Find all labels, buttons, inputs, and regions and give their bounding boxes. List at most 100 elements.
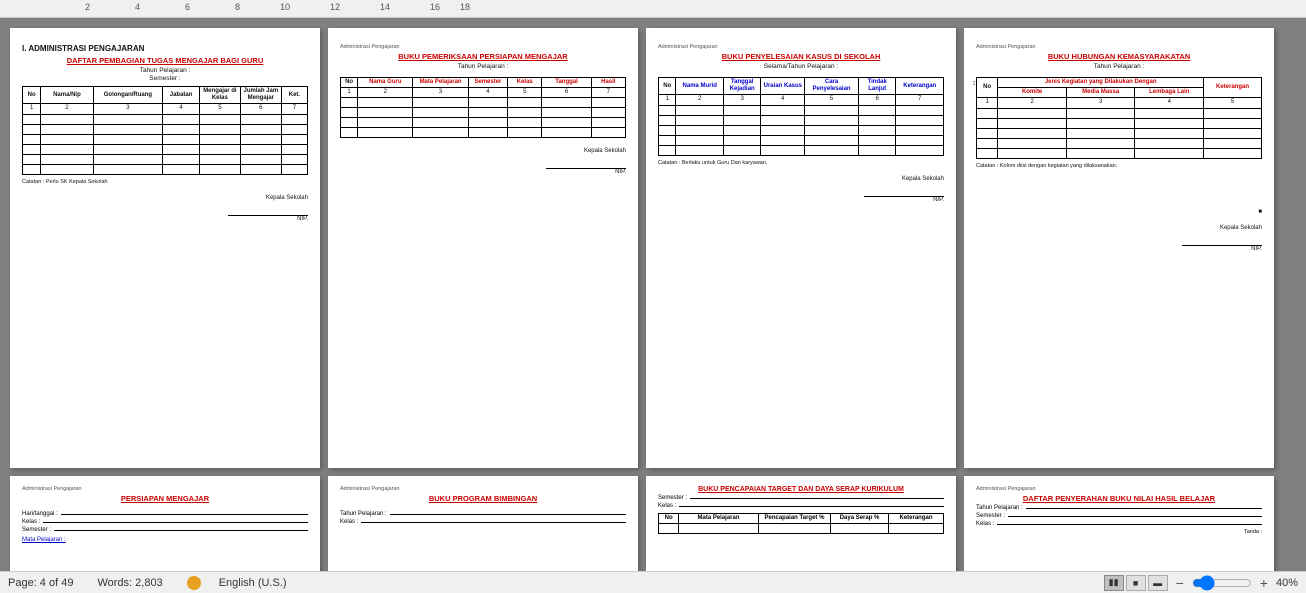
page1-sub2: Semester : xyxy=(22,75,308,82)
page3-title: BUKU PENYELESAIAN KASUS DI SEKOLAH xyxy=(658,52,944,61)
page4-dot: ■ xyxy=(976,209,1262,215)
ruler-tick-10: 10 xyxy=(240,2,290,12)
bp3-th-no: No xyxy=(659,514,679,524)
page1-nip: NIP. xyxy=(22,216,308,222)
td-1: 1 xyxy=(23,104,41,114)
view-btn-draft[interactable]: ▬ xyxy=(1148,575,1168,591)
ruler-tick-12: 12 xyxy=(290,2,340,12)
zoom-level: 40% xyxy=(1276,577,1298,589)
th-jumlah: Jumlah Jam Mengajar xyxy=(240,87,281,104)
th-jabatan: Jabatan xyxy=(163,87,200,104)
bp1-link: Mata Pelajaran : xyxy=(22,537,308,543)
p4-th-jenis: Jenis Kegiatan yang Dilakukan Dengan xyxy=(998,78,1204,88)
view-btn-print[interactable]: ▮▮ xyxy=(1104,575,1124,591)
td-6: 6 xyxy=(240,104,281,114)
p4-th-lembaga: Lembaga Lain xyxy=(1135,88,1204,98)
zoom-in-button[interactable]: + xyxy=(1260,576,1268,590)
bp4-tanda: Tanda : xyxy=(976,529,1262,535)
page-1: I. ADMINISTRASI PENGAJARAN DAFTAR PEMBAG… xyxy=(10,28,320,468)
p4-th-media: Media Massa xyxy=(1066,88,1135,98)
bp1-field2: Kelas : xyxy=(22,519,308,525)
p3-th-uraian: Uraian Kasus xyxy=(761,78,805,95)
page3-sign-title: Kepala Sekolah xyxy=(658,176,944,182)
th-golongan: Golongan/Ruang xyxy=(93,87,163,104)
bp4-admin: Administrasi Pengajaran xyxy=(976,486,1262,492)
language-label: English (U.S.) xyxy=(219,577,287,589)
bp1-field3: Semester : xyxy=(22,527,308,533)
page-2: Administrasi Pengajaran BUKU PEMERIKSAAN… xyxy=(328,28,638,468)
p2-th-tanggal: Tanggal xyxy=(542,78,591,88)
bottom-page-3: BUKU PENCAPAIAN TARGET DAN DAYA SERAP KU… xyxy=(646,476,956,571)
page4-note: Catatan : Kolom diisi dengan kegiatan ya… xyxy=(976,163,1262,169)
bp4-field2: Semester : xyxy=(976,513,1262,519)
ruler-bar: 2 4 6 8 10 12 14 16 18 xyxy=(0,0,1306,18)
bp2-admin: Administrasi Pengajaran xyxy=(340,486,626,492)
bp1-field1: Hari/tanggal : xyxy=(22,511,308,517)
page3-nip: NIP. xyxy=(658,197,944,203)
p3-th-tanggal: Tanggal Kejadian xyxy=(723,78,760,95)
bp1-title: PERSIAPAN MENGAJAR xyxy=(22,494,308,503)
pages-grid-bottom: Administrasi Pengajaran PERSIAPAN MENGAJ… xyxy=(10,476,1296,571)
lang-icon xyxy=(187,576,203,590)
bp3-field1: Semester : xyxy=(658,495,944,501)
bp3-th-daya: Daya Serap % xyxy=(831,514,889,524)
bp2-field1: Tahun Pelajaran : xyxy=(340,511,626,517)
p2-th-hasil: Hasil xyxy=(591,78,625,88)
th-nama: Nama/Nip xyxy=(41,87,93,104)
bp1-admin: Administrasi Pengajaran xyxy=(22,486,308,492)
ruler-tick-14: 14 xyxy=(340,2,390,12)
td-4: 4 xyxy=(163,104,200,114)
ruler-numbers: 2 4 6 8 10 12 14 16 18 xyxy=(40,2,470,12)
page4-subtitle: Tahun Pelajaran : xyxy=(976,63,1262,70)
view-btn-web[interactable]: ■ xyxy=(1126,575,1146,591)
zoom-out-button[interactable]: − xyxy=(1176,576,1184,590)
bp3-field2: Kelas : xyxy=(658,503,944,509)
zoom-slider[interactable] xyxy=(1192,579,1252,587)
document-area[interactable]: I. ADMINISTRASI PENGAJARAN DAFTAR PEMBAG… xyxy=(0,18,1306,571)
p3-th-cara: Cara Penyelesaian xyxy=(805,78,859,95)
bp3-th-ket: Keterangan xyxy=(888,514,943,524)
ruler-tick-18: 18 xyxy=(440,2,470,12)
page2-admin-label: Administrasi Pengajaran xyxy=(340,44,626,50)
status-bar: Page: 4 of 49 Words: 2,803 English (U.S.… xyxy=(0,571,1306,593)
p3-th-ket: Keterangan xyxy=(896,78,944,95)
page4-admin-label: Administrasi Pengajaran xyxy=(976,44,1262,50)
status-right: ▮▮ ■ ▬ − + 40% xyxy=(1104,575,1298,591)
p2-th-kelas: Kelas xyxy=(508,78,542,88)
p4-th-ket: Keterangan xyxy=(1204,78,1262,98)
expand-icon[interactable]: ↕ xyxy=(972,78,976,87)
page3-admin-label: Administrasi Pengajaran xyxy=(658,44,944,50)
p3-th-tindak: Tindak Lanjut xyxy=(858,78,895,95)
p3-th-nama: Nama Murid xyxy=(676,78,723,95)
bp2-field2: Kelas : xyxy=(340,519,626,525)
bottom-page-1: Administrasi Pengajaran PERSIAPAN MENGAJ… xyxy=(10,476,320,571)
td-5: 5 xyxy=(199,104,240,114)
bp4-field1: Tahun Pelajaran : xyxy=(976,505,1262,511)
page3-subtitle: Selama/Tahun Pelajaran : xyxy=(658,63,944,70)
page2-sign-title: Kepala Sekolah xyxy=(340,148,626,154)
th-no: No xyxy=(23,87,41,104)
page1-table: No Nama/Nip Golongan/Ruang Jabatan Menga… xyxy=(22,86,308,175)
p4-th-no: No xyxy=(977,78,998,98)
bp4-title: DAFTAR PENYERAHAN BUKU NILAI HASIL BELAJ… xyxy=(976,494,1262,503)
ruler-tick-6: 6 xyxy=(140,2,190,12)
page4-nip: NIP. xyxy=(976,246,1262,252)
ruler-tick-8: 8 xyxy=(190,2,240,12)
p2-th-no: No xyxy=(341,78,358,88)
bottom-page-4: Administrasi Pengajaran DAFTAR PENYERAHA… xyxy=(964,476,1274,571)
bp2-title: BUKU PROGRAM BIMBINGAN xyxy=(340,494,626,503)
bp3-table: No Mata Pelajaran Pencapaian Target % Da… xyxy=(658,513,944,534)
page-4: Administrasi Pengajaran ↕ BUKU HUBUNGAN … xyxy=(964,28,1274,468)
page2-table: No Nama Guru Mata Pelajaran Semester Kel… xyxy=(340,77,626,138)
ruler-tick-4: 4 xyxy=(90,2,140,12)
bp3-title: BUKU PENCAPAIAN TARGET DAN DAYA SERAP KU… xyxy=(658,486,944,493)
bp4-field3: Kelas : xyxy=(976,521,1262,527)
p2-th-mata: Mata Pelajaran xyxy=(413,78,468,88)
page3-table: No Nama Murid Tanggal Kejadian Uraian Ka… xyxy=(658,77,944,156)
page2-signature: Kepala Sekolah NIP. xyxy=(340,148,626,175)
page2-subtitle: Tahun Pelajaran : xyxy=(340,63,626,70)
bp3-th-pencapaian: Pencapaian Target % xyxy=(758,514,830,524)
td-7: 7 xyxy=(281,104,307,114)
td-2: 2 xyxy=(41,104,93,114)
lang-flag xyxy=(187,576,201,590)
